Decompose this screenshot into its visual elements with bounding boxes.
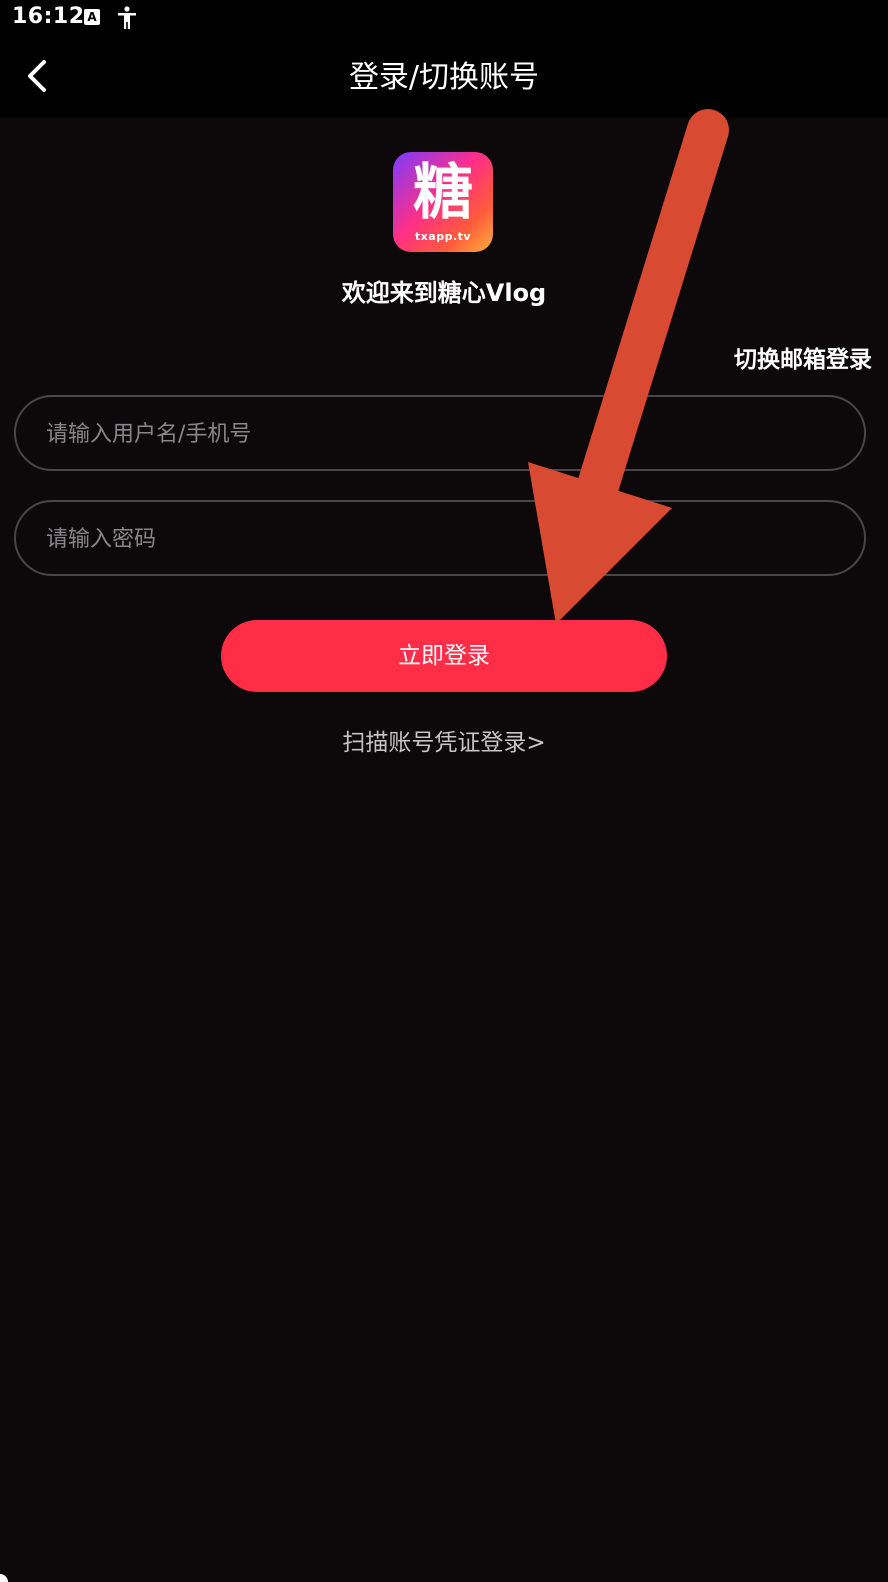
switch-email-login-link[interactable]: 切换邮箱登录: [734, 343, 872, 377]
login-page: 16:12 A 登录/切换账号 糖 txapp.tv 欢迎来到糖心Vlog 切换…: [0, 0, 888, 1582]
app-logo: 糖 txapp.tv: [393, 152, 493, 252]
login-button[interactable]: 立即登录: [221, 620, 667, 692]
username-input[interactable]: [44, 397, 838, 471]
password-field: [14, 500, 866, 576]
scan-credential-login-link[interactable]: 扫描账号凭证登录>: [0, 726, 888, 760]
logo-char: 糖: [413, 158, 473, 228]
accessibility-icon: [118, 6, 136, 29]
nav-bar: 登录/切换账号: [0, 36, 888, 118]
username-field: [14, 395, 866, 471]
password-input[interactable]: [44, 502, 838, 576]
status-bar: 16:12 A: [0, 0, 888, 36]
logo-subtitle: txapp.tv: [414, 230, 472, 243]
screen-corner: [0, 1574, 8, 1582]
page-title: 登录/切换账号: [348, 60, 540, 95]
welcome-text: 欢迎来到糖心Vlog: [341, 279, 547, 307]
keyboard-a-icon: A: [84, 9, 100, 25]
status-time: 16:12: [12, 4, 85, 29]
